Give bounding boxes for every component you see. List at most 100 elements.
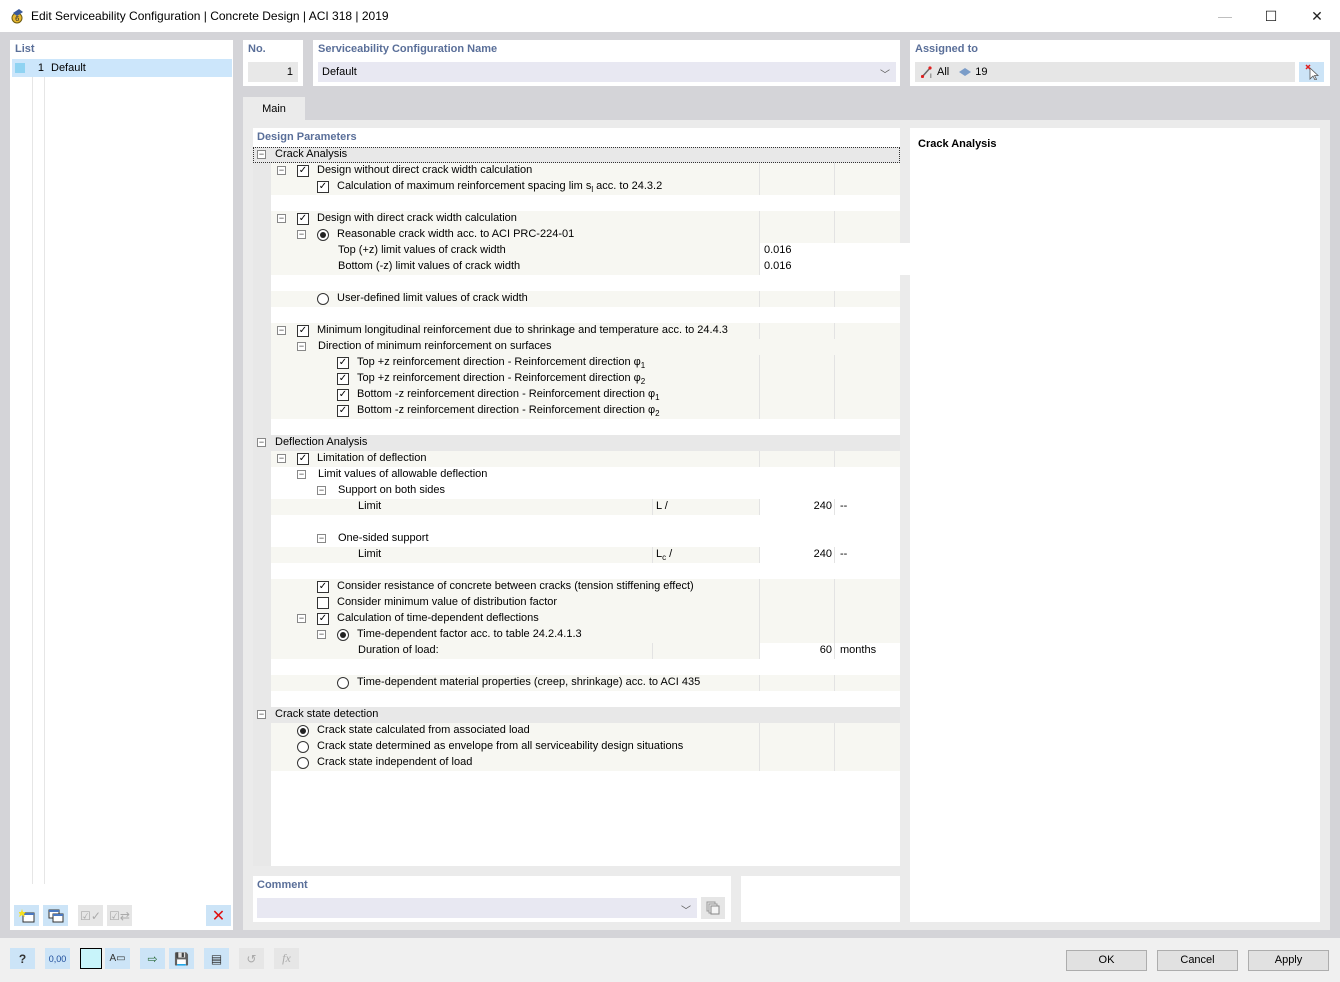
save-button[interactable]: 💾 xyxy=(169,948,194,969)
checkbox[interactable]: ✓ xyxy=(297,165,309,177)
tree-row: Crack state determined as envelope from … xyxy=(253,739,900,755)
radio-button[interactable] xyxy=(337,629,349,641)
checkbox[interactable]: ✓ xyxy=(337,405,349,417)
bottom-bar: ? 0,00 A▭ ⇨ 💾 ▤ ↺ fx OK Cancel Apply xyxy=(0,938,1340,982)
list-divider xyxy=(32,77,33,884)
tree-spacer-row xyxy=(253,691,900,707)
radio-button[interactable] xyxy=(317,229,329,241)
value-field[interactable]: 0.016 xyxy=(764,244,792,256)
pick-objects-button[interactable] xyxy=(1299,62,1324,82)
collapse-icon[interactable]: − xyxy=(297,470,306,479)
help-button[interactable]: ? xyxy=(10,948,35,969)
tree-row: − One-sided support xyxy=(253,531,900,547)
tree-row-label: Calculation of time-dependent deflection… xyxy=(337,612,539,624)
assigned-surfaces: 19 xyxy=(975,66,988,78)
pick-cursor-icon xyxy=(1304,64,1319,80)
maximize-button[interactable]: ☐ xyxy=(1248,0,1294,32)
tree-spacer-row xyxy=(253,275,900,291)
minimize-button[interactable]: — xyxy=(1202,0,1248,32)
tree-row: − ✓ Minimum longitudinal reinforcement due… xyxy=(253,323,900,339)
checkbox[interactable]: ✓ xyxy=(317,581,329,593)
collapse-icon[interactable]: − xyxy=(257,438,266,447)
list-item[interactable]: 1 Default xyxy=(12,59,232,77)
collapse-icon[interactable]: − xyxy=(297,614,306,623)
apply-button[interactable]: Apply xyxy=(1248,950,1329,971)
collapse-icon[interactable]: − xyxy=(317,630,326,639)
checkbox[interactable]: ✓ xyxy=(297,213,309,225)
collapse-icon[interactable]: − xyxy=(277,454,286,463)
checkbox[interactable]: ✓ xyxy=(297,453,309,465)
collapse-icon[interactable]: − xyxy=(317,534,326,543)
comment-input[interactable]: ﹀ xyxy=(257,898,697,918)
checkbox[interactable]: ✓ xyxy=(297,325,309,337)
tree-row: − Direction of minimum reinforcement on s… xyxy=(253,339,900,355)
collapse-icon[interactable]: − xyxy=(297,230,306,239)
list-header: List xyxy=(15,43,35,55)
value-field[interactable]: 60 xyxy=(759,644,832,656)
collapse-icon[interactable]: − xyxy=(277,326,286,335)
design-parameters-header: Design Parameters xyxy=(257,131,357,143)
chevron-down-icon: ﹀ xyxy=(681,906,691,917)
tree-row: Duration of load: 60 months xyxy=(253,643,900,659)
tree-row: Top (+z) limit values of crack width 0.01… xyxy=(253,243,918,259)
radio-button[interactable] xyxy=(297,725,309,737)
value-field[interactable]: 240 xyxy=(759,548,832,560)
radio-button[interactable] xyxy=(297,741,309,753)
collapse-icon[interactable]: − xyxy=(257,150,266,159)
decimal-places-button[interactable]: 0,00 xyxy=(45,948,70,969)
close-button[interactable]: ✕ xyxy=(1294,0,1340,32)
tree-row: Limit L / 240 -- xyxy=(253,499,900,515)
radio-button[interactable] xyxy=(297,757,309,769)
number-panel: No. 1 xyxy=(243,40,303,86)
library-button[interactable]: ▤ xyxy=(204,948,229,969)
check-toggle-button[interactable]: ☑⇄ xyxy=(107,905,132,926)
copy-item-button[interactable] xyxy=(43,905,68,926)
tree-row-label: Design without direct crack width calcul… xyxy=(317,164,533,176)
config-name-select[interactable]: Default ﹀ xyxy=(318,62,896,82)
tab-main[interactable]: Main xyxy=(243,97,305,120)
assigned-field: I All 19 xyxy=(915,62,1295,82)
export-button[interactable]: ⇨ xyxy=(140,948,165,969)
tree-row-label: Limit values of allowable deflection xyxy=(318,468,488,480)
list-item-number: 1 xyxy=(37,62,44,74)
tree-row: ✓ Top +z reinforcement direction - Reinfo… xyxy=(253,371,900,387)
value-field[interactable]: 0.016 xyxy=(764,260,792,272)
tree-spacer-row xyxy=(253,195,900,211)
tree-row: − ✓ Design with direct crack width calcula… xyxy=(253,211,900,227)
reset-button[interactable]: ↺ xyxy=(239,948,264,969)
checkbox[interactable]: ✓ xyxy=(337,389,349,401)
collapse-icon[interactable]: − xyxy=(277,214,286,223)
radio-button[interactable] xyxy=(317,293,329,305)
comment-label: Comment xyxy=(257,879,308,891)
checkbox[interactable]: ✓ xyxy=(317,181,329,193)
value-field[interactable]: 240 xyxy=(759,500,832,512)
copy-comment-button[interactable] xyxy=(701,897,725,919)
delete-button[interactable]: ✕ xyxy=(206,905,231,926)
checkbox[interactable] xyxy=(317,597,329,609)
assigned-label: Assigned to xyxy=(915,43,978,55)
checkbox[interactable]: ✓ xyxy=(337,357,349,369)
collapse-icon[interactable]: − xyxy=(277,166,286,175)
collapse-icon[interactable]: − xyxy=(257,710,266,719)
tree-row: − ✓ Design without direct crack width calc… xyxy=(253,163,900,179)
ok-button[interactable]: OK xyxy=(1066,950,1147,971)
display-properties-button[interactable]: A▭ xyxy=(105,948,130,969)
assigned-members: All xyxy=(937,66,950,78)
check-all-button[interactable]: ☑✓ xyxy=(78,905,103,926)
formula-button[interactable]: fx xyxy=(274,948,299,969)
tree-row-label: Time-dependent factor acc. to table 24.2… xyxy=(357,628,582,640)
new-item-button[interactable] xyxy=(14,905,39,926)
checkbox[interactable]: ✓ xyxy=(317,613,329,625)
collapse-icon[interactable]: − xyxy=(317,486,326,495)
cancel-button[interactable]: Cancel xyxy=(1157,950,1238,971)
radio-button[interactable] xyxy=(337,677,349,689)
info-title: Crack Analysis xyxy=(918,138,997,150)
design-parameters-panel: Design Parameters − Crack Analysis − ✓ Desig… xyxy=(253,128,918,866)
checkbox[interactable]: ✓ xyxy=(337,373,349,385)
check-all-icon: ☑✓ xyxy=(80,908,101,923)
tree-row-label: Direction of minimum reinforcement on su… xyxy=(318,340,552,352)
color-swatch-button[interactable] xyxy=(80,948,102,969)
tree-row-label: Calculation of maximum reinforcement spa… xyxy=(337,180,663,195)
tree-row: Time-dependent material properties (cree… xyxy=(253,675,900,691)
collapse-icon[interactable]: − xyxy=(297,342,306,351)
